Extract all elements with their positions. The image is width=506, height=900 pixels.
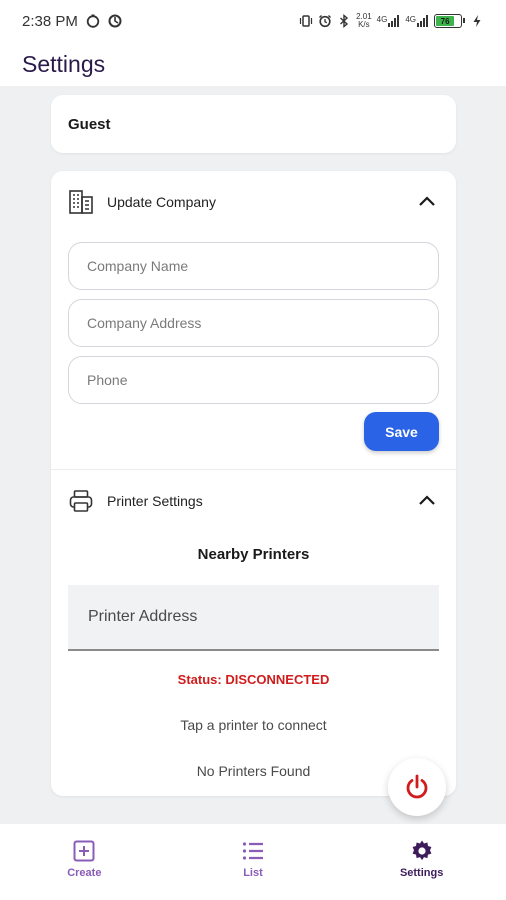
nav-list[interactable]: List <box>193 839 313 879</box>
nav-list-label: List <box>243 867 263 879</box>
signal-1-label: 4G <box>376 15 388 24</box>
settings-card: Update Company Save Printer <box>51 171 456 796</box>
status-left: 2:38 PM <box>22 13 122 30</box>
guest-card: Guest <box>51 95 456 153</box>
nav-create-label: Create <box>67 867 102 879</box>
status-bar: 2:38 PM 2.01 K/s 4G 4G 76 <box>0 0 506 42</box>
nav-settings[interactable]: Settings <box>362 839 482 879</box>
printer-address-field[interactable] <box>68 585 439 651</box>
printer-icon <box>68 488 94 514</box>
signal-1: 4G <box>377 15 401 27</box>
battery-icon: 76 <box>434 14 465 28</box>
app-bar: Settings <box>0 42 506 86</box>
company-name-input[interactable] <box>87 258 438 274</box>
phone-input[interactable] <box>87 372 438 388</box>
battery-level: 76 <box>436 16 455 26</box>
signal-2: 4G <box>405 15 429 27</box>
company-address-field[interactable] <box>68 299 439 347</box>
update-company-header[interactable]: Update Company <box>51 171 456 233</box>
signal-bars-icon <box>388 15 400 27</box>
chevron-up-icon[interactable] <box>416 191 438 213</box>
printer-address-input[interactable] <box>88 608 439 626</box>
connection-status: Status: DISCONNECTED <box>177 672 330 687</box>
printer-settings-title: Printer Settings <box>107 493 203 509</box>
vibrate-icon <box>299 15 313 27</box>
printer-settings-header[interactable]: Printer Settings <box>51 470 456 532</box>
nav-settings-label: Settings <box>399 867 444 879</box>
add-box-icon <box>73 840 95 862</box>
guest-name: Guest <box>68 115 111 133</box>
bluetooth-icon <box>340 14 349 28</box>
list-icon <box>242 842 263 860</box>
network-speed: 2.01 K/s <box>356 13 372 29</box>
alarm-icon <box>319 15 332 28</box>
company-address-input[interactable] <box>87 315 438 331</box>
status-time: 2:38 PM <box>22 12 78 30</box>
connect-hint: Tap a printer to connect <box>180 717 327 733</box>
gear-icon <box>412 840 432 861</box>
phone-field[interactable] <box>68 356 439 404</box>
bottom-nav: Create List Settings <box>0 824 506 900</box>
status-right: 2.01 K/s 4G 4G 76 <box>299 13 484 29</box>
charging-icon <box>473 15 481 27</box>
building-icon <box>68 189 94 215</box>
page-title: Settings <box>22 50 106 77</box>
update-company-title: Update Company <box>107 194 216 210</box>
timer-icon <box>86 14 100 28</box>
power-icon <box>406 774 428 799</box>
signal-2-label: 4G <box>405 15 416 24</box>
nearby-printers-title: Nearby Printers <box>197 546 310 563</box>
save-button[interactable]: Save <box>364 412 439 451</box>
chevron-up-icon[interactable] <box>416 490 438 512</box>
data-saver-icon <box>108 14 122 28</box>
network-speed-unit: K/s <box>358 20 370 29</box>
company-name-field[interactable] <box>68 242 439 290</box>
power-button[interactable] <box>388 758 446 816</box>
signal-bars-icon <box>417 15 428 27</box>
nav-create[interactable]: Create <box>24 839 144 879</box>
settings-content[interactable]: Guest Update Company Save <box>0 86 506 824</box>
